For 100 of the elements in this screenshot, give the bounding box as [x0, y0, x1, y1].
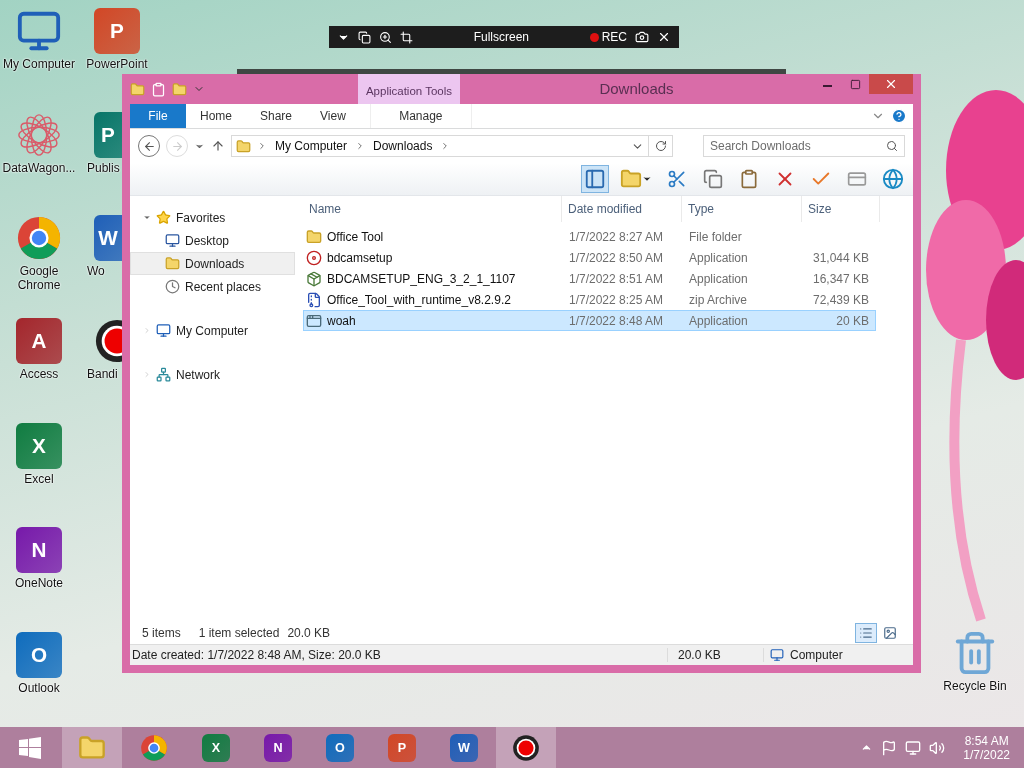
close-icon[interactable]	[657, 30, 671, 44]
nav-item[interactable]: Desktop	[130, 229, 295, 252]
breadcrumb[interactable]: Downloads	[371, 139, 435, 153]
app-icon[interactable]: X	[16, 423, 62, 469]
taskbar-app[interactable]: N	[248, 727, 308, 768]
file-row[interactable]: Office Tool 1/7/2022 8:27 AM File folder	[303, 226, 876, 247]
nav-item[interactable]: Downloads	[130, 252, 295, 275]
desktop-icon	[165, 233, 180, 248]
nav-item[interactable]: My Computer	[130, 319, 295, 342]
status-location: Computer	[789, 648, 843, 662]
separator-icon[interactable]	[257, 141, 267, 151]
magnifier-icon[interactable]	[379, 30, 392, 44]
column-header[interactable]: Type	[682, 196, 802, 222]
desktop-icon-label[interactable]: DataWagon...	[0, 161, 78, 175]
folder-icon[interactable]	[130, 81, 145, 97]
desktop-icon-label[interactable]: My Computer	[0, 57, 78, 71]
ribbon-tab[interactable]: File	[130, 104, 186, 128]
clock-time: 8:54 AM	[964, 733, 1009, 748]
scissors-icon	[667, 169, 687, 189]
app-icon[interactable]: O	[16, 632, 62, 678]
taskbar-app[interactable]: O	[310, 727, 370, 768]
nav-item[interactable]: Favorites	[130, 206, 295, 229]
app-icon[interactable]: A	[16, 318, 62, 364]
file-name: Office Tool	[327, 229, 384, 244]
refresh-icon	[654, 140, 667, 152]
file-row[interactable]: bdcamsetup 1/7/2022 8:50 AM Application 31,044 KB	[303, 247, 876, 268]
desktop-icon-label[interactable]: Wo	[78, 264, 105, 278]
computer-icon	[770, 648, 784, 662]
column-header[interactable]: Name	[303, 196, 562, 222]
speaker-icon[interactable]	[929, 739, 946, 756]
app-icon: X	[202, 733, 230, 762]
minimize-icon	[822, 85, 832, 87]
forward-icon	[170, 139, 184, 153]
file-name: bdcamsetup	[327, 250, 393, 265]
flag-icon[interactable]	[881, 739, 898, 756]
item-count: 5 items	[142, 626, 181, 640]
address-bar[interactable]: My Computer Downloads	[231, 135, 649, 157]
new-folder-icon[interactable]	[172, 81, 187, 97]
status-size: 20.0 KB	[667, 648, 763, 662]
desktop-icon-label[interactable]: Publis	[78, 161, 120, 175]
app-icon[interactable]: P	[94, 112, 122, 158]
record-icon	[512, 733, 540, 762]
file-row[interactable]: woah 1/7/2022 8:48 AM Application 20 KB	[303, 310, 876, 331]
capture-mode[interactable]: Fullscreen	[421, 30, 582, 44]
date-cell-text: 1/7/2022 8:27 AM	[568, 229, 665, 244]
details-view-button[interactable]	[855, 623, 877, 643]
preview-pane-button[interactable]	[581, 165, 609, 193]
nav-item[interactable]: Network	[130, 363, 295, 386]
app-icon[interactable]: N	[16, 527, 62, 573]
record-dot-icon[interactable]	[589, 32, 599, 42]
date-cell-text: 1/7/2022 8:50 AM	[568, 250, 665, 265]
disc-icon	[306, 249, 322, 266]
desktop-icon-label[interactable]: OneNote	[0, 576, 78, 590]
taskbar-app[interactable]: X	[186, 727, 246, 768]
type-cell-text: File folder	[688, 229, 743, 244]
ribbon-tab[interactable]: Manage	[369, 104, 472, 128]
camera-icon[interactable]	[635, 30, 649, 44]
desktop-icon-label[interactable]: Recycle Bin	[936, 679, 1014, 693]
copy-icon	[703, 169, 723, 189]
help-icon[interactable]	[891, 108, 907, 124]
file-row[interactable]: Office_Tool_with_runtime_v8.2.9.2 1/7/2022 8:25 AM zip Archive 72,439 KB	[303, 289, 876, 310]
close-icon	[884, 77, 898, 91]
folder-icon	[306, 228, 322, 245]
search-field[interactable]: Search Downloads	[703, 135, 905, 157]
refresh-button[interactable]	[649, 135, 673, 157]
type-cell-text: Application	[688, 271, 749, 286]
app-icon[interactable]: W	[94, 215, 122, 261]
status-text: Date created: 1/7/2022 8:48 AM, Size: 20.0 KB	[131, 648, 382, 662]
back-button[interactable]	[138, 135, 160, 157]
record-button[interactable]: REC	[601, 30, 627, 44]
clock-date: 1/7/2022	[963, 747, 1010, 762]
browser-logo-icon	[140, 733, 168, 762]
search-icon[interactable]	[886, 140, 898, 152]
column-header[interactable]: Date modified	[562, 196, 682, 222]
collapse-icon[interactable]	[143, 213, 151, 222]
app-icon[interactable]: P	[94, 8, 140, 54]
column-header[interactable]: Size	[802, 196, 880, 222]
caret-icon	[642, 174, 652, 184]
taskbar-app[interactable]: W	[434, 727, 494, 768]
desktop-icon-label[interactable]: Bandi	[78, 367, 118, 381]
up-button[interactable]	[211, 139, 225, 153]
breadcrumb[interactable]: My Computer	[273, 139, 350, 153]
desktop-icon-label[interactable]: Access	[0, 367, 78, 381]
star-pattern-icon[interactable]	[16, 112, 62, 158]
taskbar-app[interactable]: P	[372, 727, 432, 768]
computer-icon	[156, 323, 171, 338]
desktop-icon-label[interactable]: Google Chrome	[0, 264, 78, 292]
file-row[interactable]: BDCAMSETUP_ENG_3_2_1_1107 1/7/2022 8:51 AM Application 16,347 KB	[303, 268, 876, 289]
file-name: woah	[327, 313, 356, 328]
desktop-icon-label[interactable]: Excel	[0, 472, 78, 486]
window-title: Downloads	[598, 79, 675, 99]
desktop-icon-label[interactable]: PowerPoint	[78, 57, 156, 71]
archive-icon	[306, 291, 322, 308]
size-cell-text: 20 KB	[835, 313, 870, 328]
close-button[interactable]	[869, 74, 913, 94]
desktop-icon-label[interactable]: Outlook	[0, 681, 78, 695]
region-icon[interactable]	[400, 30, 413, 44]
package-icon	[306, 270, 322, 287]
nav-item[interactable]: Recent places	[130, 275, 295, 298]
taskbar-app[interactable]	[496, 727, 556, 768]
